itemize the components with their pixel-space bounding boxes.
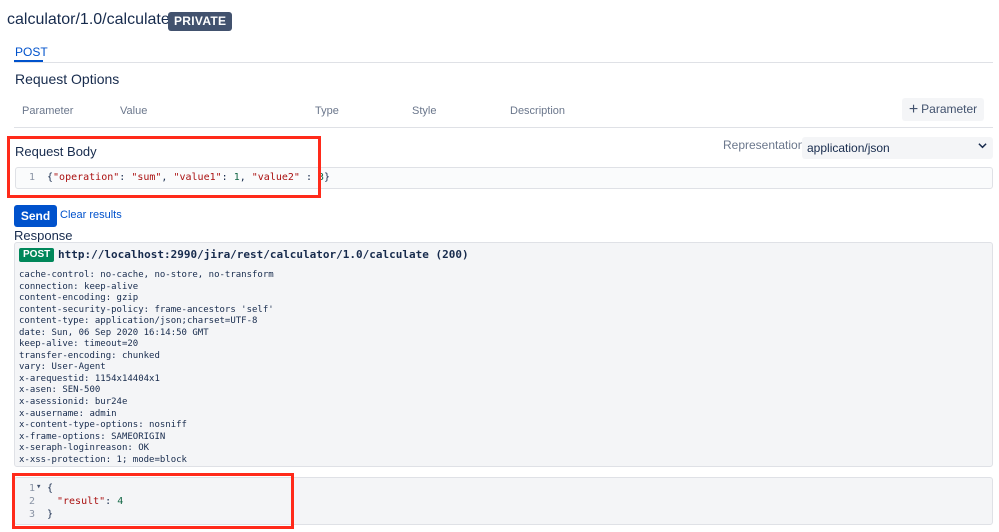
private-badge: PRIVATE (168, 12, 233, 31)
tab-post[interactable]: POST (15, 45, 48, 59)
header-line: content-encoding: gzip (19, 293, 139, 304)
header-line: x-arequestid: 1154x14404x1 (19, 373, 160, 384)
column-header-description: Description (510, 105, 566, 117)
header-line: transfer-encoding: chunked (19, 350, 160, 361)
header-line: content-security-policy: frame-ancestors… (19, 304, 274, 315)
send-button[interactable]: Send (14, 205, 57, 227)
column-header-type: Type (315, 105, 339, 117)
header-line: x-frame-options: SAMEORIGIN (19, 431, 166, 442)
page-title: calculator/1.0/calculate (7, 11, 170, 28)
add-parameter-button[interactable]: + Parameter (902, 98, 984, 121)
response-url: http://localhost:2990/jira/rest/calculat… (58, 248, 469, 261)
method-badge: POST (19, 248, 55, 262)
highlight-box-request-body (7, 136, 321, 198)
representation-value: application/json (807, 141, 890, 155)
header-line: x-content-type-options: nosniff (19, 420, 187, 431)
code-brace-close: } (324, 172, 331, 183)
column-header-style: Style (412, 105, 437, 117)
header-line: date: Sun, 06 Sep 2020 16:14:50 GMT (19, 327, 209, 338)
add-parameter-label: Parameter (921, 102, 978, 116)
highlight-box-result (12, 473, 294, 529)
representation-select[interactable]: application/json (802, 137, 993, 159)
header-line: vary: User-Agent (19, 362, 106, 373)
column-header-parameter: Parameter (22, 105, 74, 117)
header-line: x-ausername: admin (19, 408, 117, 419)
header-line: x-asessionid: bur24e (19, 397, 128, 408)
clear-results-link[interactable]: Clear results (60, 209, 122, 221)
header-line: connection: keep-alive (19, 281, 139, 292)
representation-label: Representation (723, 138, 805, 152)
header-line: x-asen: SEN-500 (19, 385, 101, 396)
tabs-divider (14, 62, 993, 63)
header-line: x-seraph-loginreason: OK (19, 443, 150, 454)
column-header-value: Value (120, 105, 148, 117)
options-divider (14, 127, 993, 128)
chevron-down-icon (978, 143, 987, 149)
header-line: x-xss-protection: 1; mode=block (19, 454, 187, 465)
header-line: keep-alive: timeout=20 (19, 339, 139, 350)
header-line: content-type: application/json;charset=U… (19, 316, 258, 327)
plus-icon: + (908, 101, 919, 118)
response-headers: cache-control: no-cache, no-store, no-tr… (19, 270, 274, 466)
request-options-title: Request Options (15, 71, 120, 87)
response-title: Response (14, 228, 73, 243)
header-line: cache-control: no-cache, no-store, no-tr… (19, 270, 274, 280)
